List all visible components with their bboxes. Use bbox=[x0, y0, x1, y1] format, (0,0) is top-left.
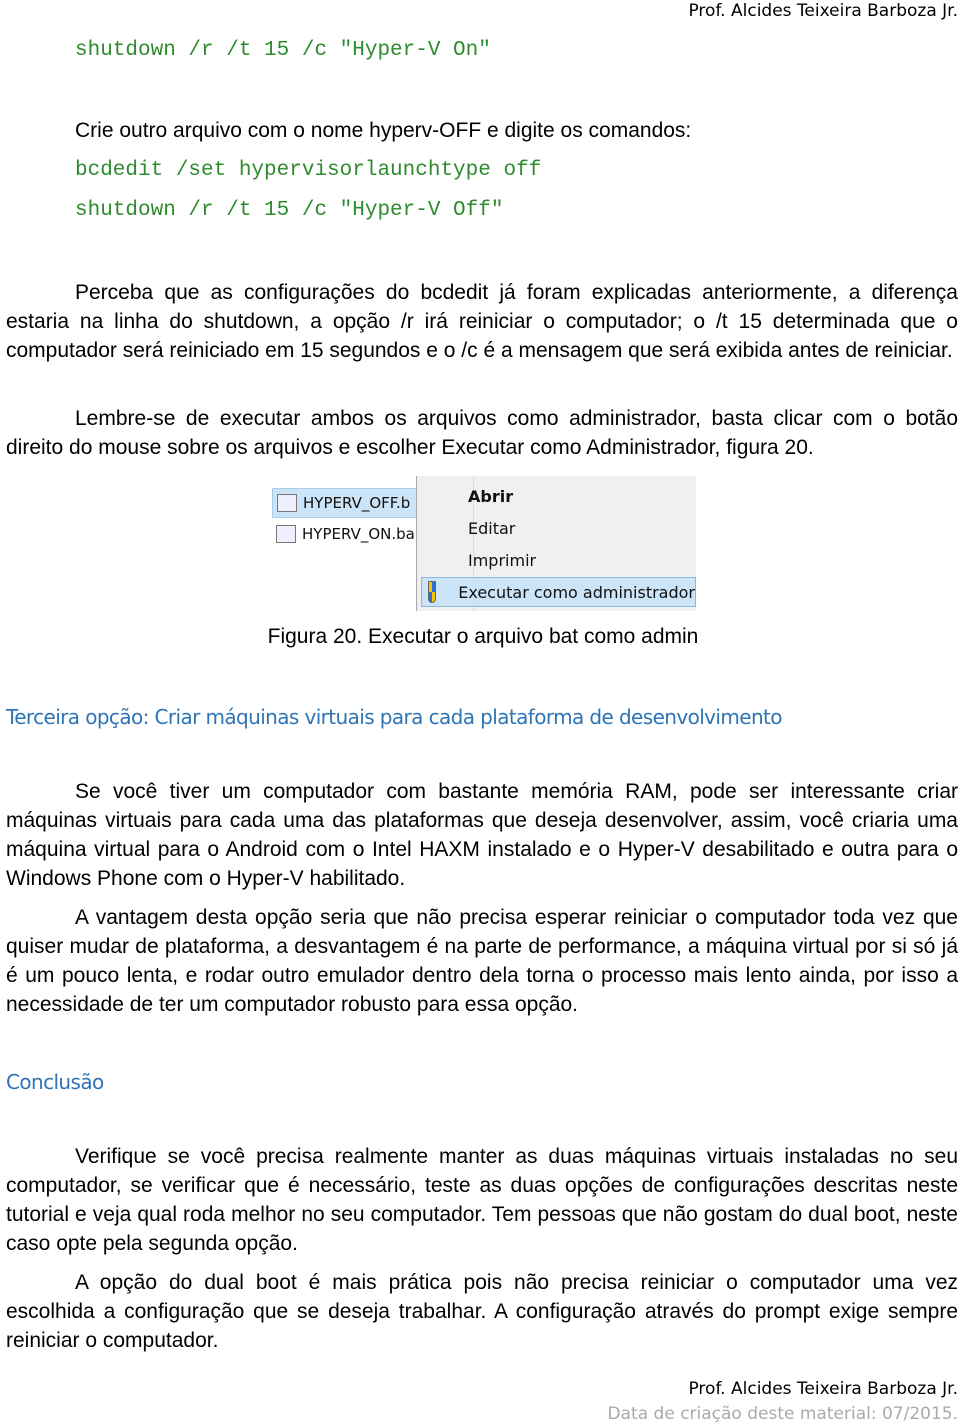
footer-date: Data de criação deste material: 07/2015. bbox=[607, 1404, 958, 1424]
context-menu: Abrir Editar Imprimir Executar como admi… bbox=[416, 476, 696, 611]
paragraph: Se você tiver um computador com bastante… bbox=[6, 780, 958, 890]
paragraph: A opção do dual boot é mais prática pois… bbox=[6, 1271, 958, 1352]
header-author: Prof. Alcides Teixeira Barboza Jr. bbox=[688, 1, 958, 21]
code-line: shutdown /r /t 15 /c "Hyper-V Off" bbox=[75, 199, 504, 222]
document-page: Prof. Alcides Teixeira Barboza Jr. shutd… bbox=[0, 0, 960, 1428]
batch-file-icon bbox=[276, 525, 296, 543]
section-heading: Conclusão bbox=[6, 1070, 104, 1094]
paragraph: Lembre-se de executar ambos os arquivos … bbox=[6, 407, 958, 459]
paragraph: A vantagem desta opção seria que não pre… bbox=[6, 906, 958, 1016]
menu-item-imprimir[interactable]: Imprimir bbox=[468, 551, 536, 570]
figure-caption: Figura 20. Executar o arquivo bat como a… bbox=[267, 625, 699, 648]
footer-author: Prof. Alcides Teixeira Barboza Jr. bbox=[688, 1379, 958, 1399]
intro-text: Crie outro arquivo com o nome hyperv-OFF… bbox=[75, 119, 692, 142]
figure-context-menu: HYPERV_OFF.b HYPERV_ON.ba Abrir Editar I… bbox=[270, 476, 696, 611]
menu-item-abrir[interactable]: Abrir bbox=[468, 487, 513, 506]
file-item[interactable]: HYPERV_OFF.b bbox=[272, 488, 422, 518]
uac-shield-icon bbox=[428, 581, 437, 603]
menu-item-run-as-admin[interactable]: Executar como administrador bbox=[421, 577, 696, 607]
paragraph: Perceba que as configurações do bcdedit … bbox=[6, 281, 958, 362]
file-item[interactable]: HYPERV_ON.ba bbox=[272, 520, 420, 548]
section-heading: Terceira opção: Criar máquinas virtuais … bbox=[6, 705, 783, 729]
paragraph: Verifique se você precisa realmente mant… bbox=[6, 1145, 958, 1255]
menu-item-editar[interactable]: Editar bbox=[468, 519, 515, 538]
batch-file-icon bbox=[277, 494, 297, 512]
code-line: shutdown /r /t 15 /c "Hyper-V On" bbox=[75, 39, 491, 62]
code-line: bcdedit /set hypervisorlaunchtype off bbox=[75, 159, 542, 182]
